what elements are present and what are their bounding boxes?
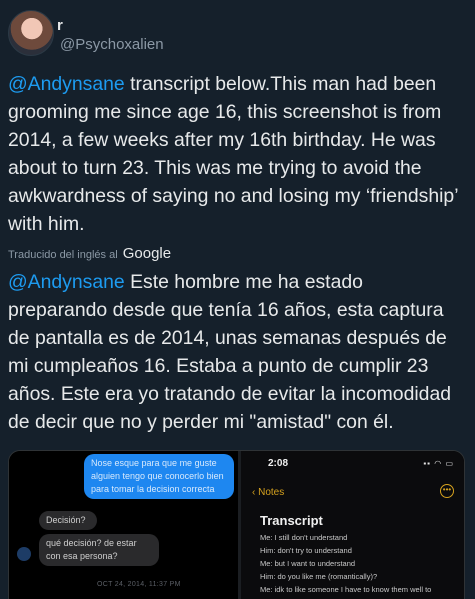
wifi-icon: ◠ — [434, 459, 443, 468]
user-handle[interactable]: @Psychoxalien — [60, 36, 164, 53]
chat-screenshot[interactable]: Nose esque para que me guste alguien ten… — [9, 451, 237, 599]
translated-body: @Andynsane Este hombre me ha estado prep… — [8, 268, 465, 436]
translated-text: Este hombre me ha estado preparando desd… — [8, 271, 452, 433]
note-line: Him: do you like me (romantically)? — [260, 572, 378, 581]
notes-back-button[interactable]: ‹ Notes — [252, 487, 284, 498]
note-line: Him: don't try to understand — [260, 546, 352, 555]
more-options-icon[interactable]: ••• — [440, 484, 454, 498]
translation-note: Traducido del inglés al Google — [8, 245, 171, 262]
tweet-media[interactable]: Nose esque para que me guste alguien ten… — [8, 450, 465, 599]
note-line: Me: I still don't understand — [260, 533, 348, 542]
tweet-header: r @Psychoxalien — [8, 10, 467, 62]
message-timestamp: OCT 24, 2014, 11:37 PM — [97, 581, 181, 588]
translation-note-label: Traducido del inglés al — [8, 249, 118, 261]
translated-mention-link[interactable]: @Andynsane — [8, 271, 125, 293]
notes-screenshot[interactable]: 2:08 ▪▪ ◠ ▭ ‹ Notes ••• Transcript Me: I… — [241, 451, 464, 599]
contact-avatar — [17, 547, 31, 561]
sent-message-bubble: Nose esque para que me guste alguien ten… — [84, 454, 234, 499]
back-label: Notes — [258, 487, 285, 498]
battery-icon: ▭ — [445, 459, 454, 468]
note-line: Me: but I want to understand — [260, 559, 356, 568]
signal-icon: ▪▪ — [423, 459, 431, 468]
avatar[interactable] — [8, 10, 54, 56]
received-message-bubble-2: qué decisión? de estar con esa persona? — [39, 534, 159, 566]
note-title: Transcript — [260, 513, 323, 528]
status-time: 2:08 — [268, 458, 289, 469]
tweet-body: @Andynsane transcript below.This man had… — [8, 70, 465, 238]
received-message-bubble-1: Decisión? — [39, 511, 97, 530]
display-name[interactable]: r — [57, 17, 63, 34]
mention-link[interactable]: @Andynsane — [8, 73, 125, 95]
note-line: Me: idk to like someone I have to know t… — [260, 585, 432, 594]
google-logo-text: Google — [122, 245, 172, 262]
tweet-text: transcript below.This man had been groom… — [8, 73, 458, 235]
status-icons: ▪▪ ◠ ▭ — [423, 459, 454, 468]
